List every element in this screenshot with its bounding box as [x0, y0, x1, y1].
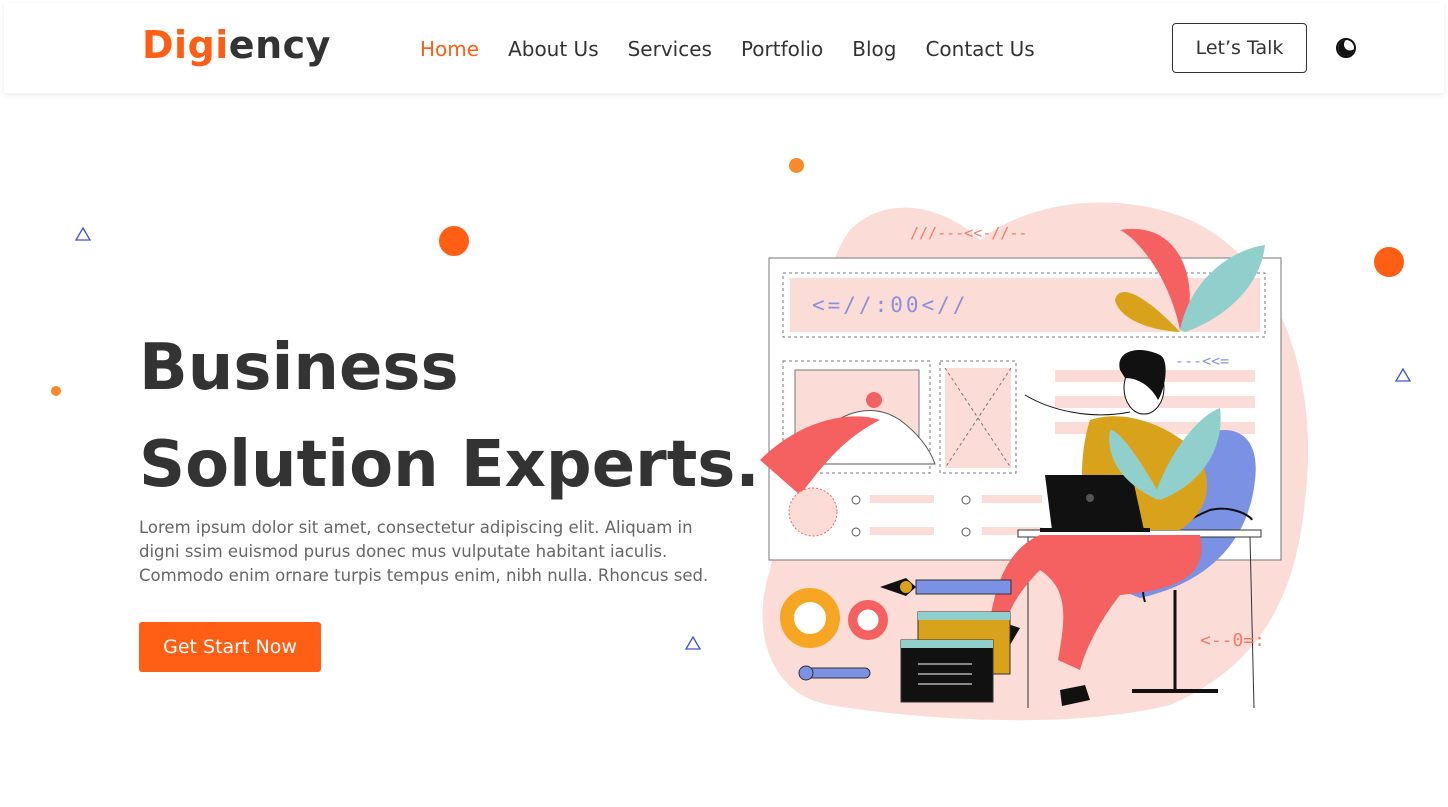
main-nav: Home About Us Services Portfolio Blog Co… — [420, 37, 1064, 61]
hero-title: Business Solution Experts. — [139, 320, 760, 514]
hero-title-line1: Business — [139, 331, 459, 405]
triangle-decoration — [1395, 368, 1411, 382]
code-banner-text: <=//:00<// — [812, 293, 968, 317]
nav-item-home[interactable]: Home — [420, 37, 479, 61]
nav-item-about[interactable]: About Us — [508, 37, 599, 61]
doodle-text: <--0=: — [1200, 630, 1265, 651]
logo-part-secondary: ency — [228, 23, 331, 67]
hero-title-line2: Solution Experts. — [139, 428, 760, 502]
triangle-decoration — [75, 227, 91, 241]
brand-logo[interactable]: Digiency — [142, 23, 331, 67]
nav-item-services[interactable]: Services — [628, 37, 712, 61]
dot-decoration — [439, 226, 469, 256]
dot-decoration — [1374, 247, 1404, 277]
get-start-button[interactable]: Get Start Now — [139, 622, 321, 672]
site-header: Digiency Home About Us Services Portfoli… — [4, 3, 1444, 93]
nav-item-portfolio[interactable]: Portfolio — [741, 37, 823, 61]
moon-icon[interactable] — [1335, 37, 1357, 59]
nav-item-contact[interactable]: Contact Us — [925, 37, 1034, 61]
lets-talk-button[interactable]: Let’s Talk — [1172, 23, 1307, 73]
nav-item-blog[interactable]: Blog — [852, 37, 896, 61]
hero-description: Lorem ipsum dolor sit amet, consectetur … — [139, 518, 709, 585]
logo-part-primary: Digi — [142, 23, 229, 67]
dot-decoration — [51, 386, 61, 396]
triangle-decoration — [685, 636, 701, 650]
doodle-text: ///---<<-//-- — [910, 224, 1027, 242]
hero-illustration: <=//:00<// ///---<<-//-- ---<<= <--0=: — [760, 202, 1309, 721]
doodle-text: ---<<= — [1175, 352, 1229, 370]
